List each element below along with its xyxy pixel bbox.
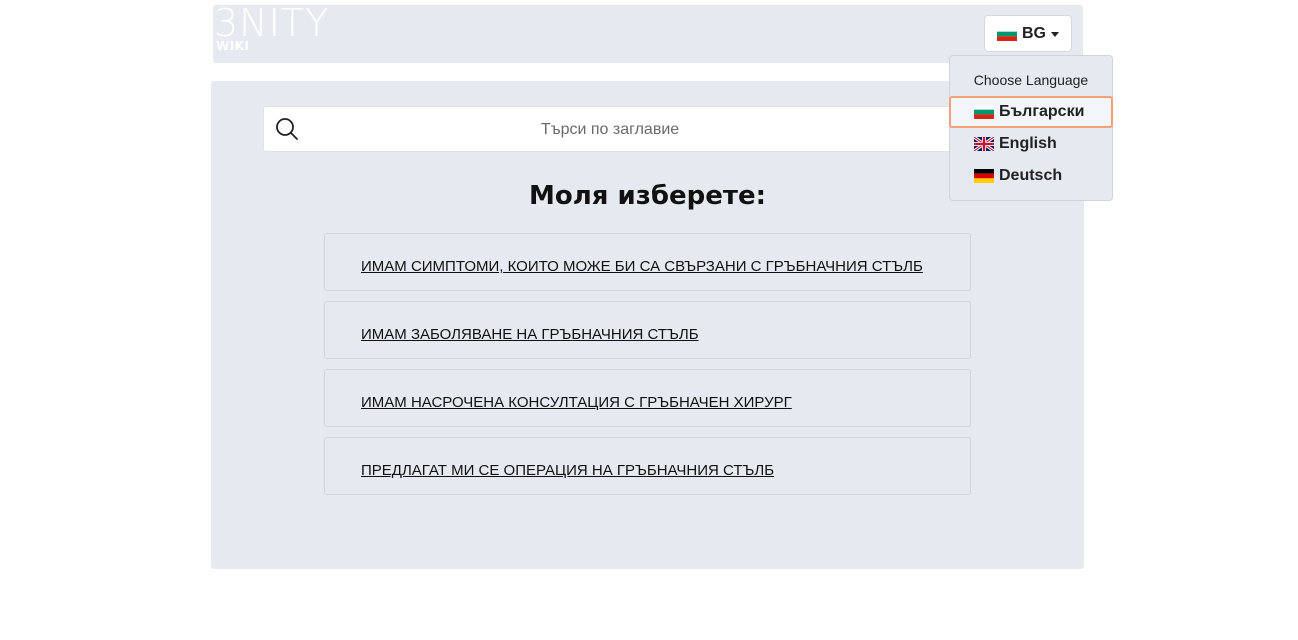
logo[interactable]: 3NITY WIKI	[214, 1, 334, 57]
logo-main-text: 3NITY	[214, 1, 330, 45]
search-input[interactable]	[308, 107, 912, 153]
dropdown-header: Choose Language	[973, 72, 1089, 88]
caret-down-icon	[1051, 31, 1059, 37]
option-link-disease[interactable]: ИМАМ ЗАБОЛЯВАНЕ НА ГРЪБНАЧНИЯ СТЪЛБ	[361, 326, 699, 343]
language-option-english[interactable]: English	[950, 128, 1112, 160]
option-link-surgery[interactable]: ПРЕДЛАГАТ МИ СЕ ОПЕРАЦИЯ НА ГРЪБНАЧНИЯ С…	[361, 462, 774, 479]
language-option-label: English	[999, 135, 1057, 152]
logo-sub-text: WIKI	[216, 39, 250, 53]
language-dropdown-menu: Choose Language Български English Deutsc…	[949, 55, 1113, 201]
bulgaria-flag-icon	[974, 105, 994, 119]
search-icon	[275, 117, 299, 141]
option-card-symptoms[interactable]: ИМАМ СИМПТОМИ, КОИТО МОЖЕ БИ СА СВЪРЗАНИ…	[324, 233, 971, 291]
option-card-disease[interactable]: ИМАМ ЗАБОЛЯВАНЕ НА ГРЪБНАЧНИЯ СТЪЛБ	[324, 301, 971, 359]
language-option-bulgarian[interactable]: Български	[949, 96, 1113, 128]
option-link-consultation[interactable]: ИМАМ НАСРОЧЕНА КОНСУЛТАЦИЯ С ГРЪБНАЧЕН Х…	[361, 394, 792, 411]
language-code: BG	[1022, 24, 1046, 42]
option-link-symptoms[interactable]: ИМАМ СИМПТОМИ, КОИТО МОЖЕ БИ СА СВЪРЗАНИ…	[361, 258, 923, 275]
language-option-german[interactable]: Deutsch	[950, 160, 1112, 192]
language-toggle-button[interactable]: BG	[984, 15, 1072, 52]
search-box[interactable]	[263, 106, 1033, 153]
option-card-surgery[interactable]: ПРЕДЛАГАТ МИ СЕ ОПЕРАЦИЯ НА ГРЪБНАЧНИЯ С…	[324, 437, 971, 495]
language-option-label: Български	[999, 103, 1085, 120]
germany-flag-icon	[974, 169, 994, 183]
language-option-label: Deutsch	[999, 167, 1063, 184]
option-card-consultation[interactable]: ИМАМ НАСРОЧЕНА КОНСУЛТАЦИЯ С ГРЪБНАЧЕН Х…	[324, 369, 971, 427]
bulgaria-flag-icon	[997, 26, 1017, 41]
uk-flag-icon	[974, 137, 994, 151]
